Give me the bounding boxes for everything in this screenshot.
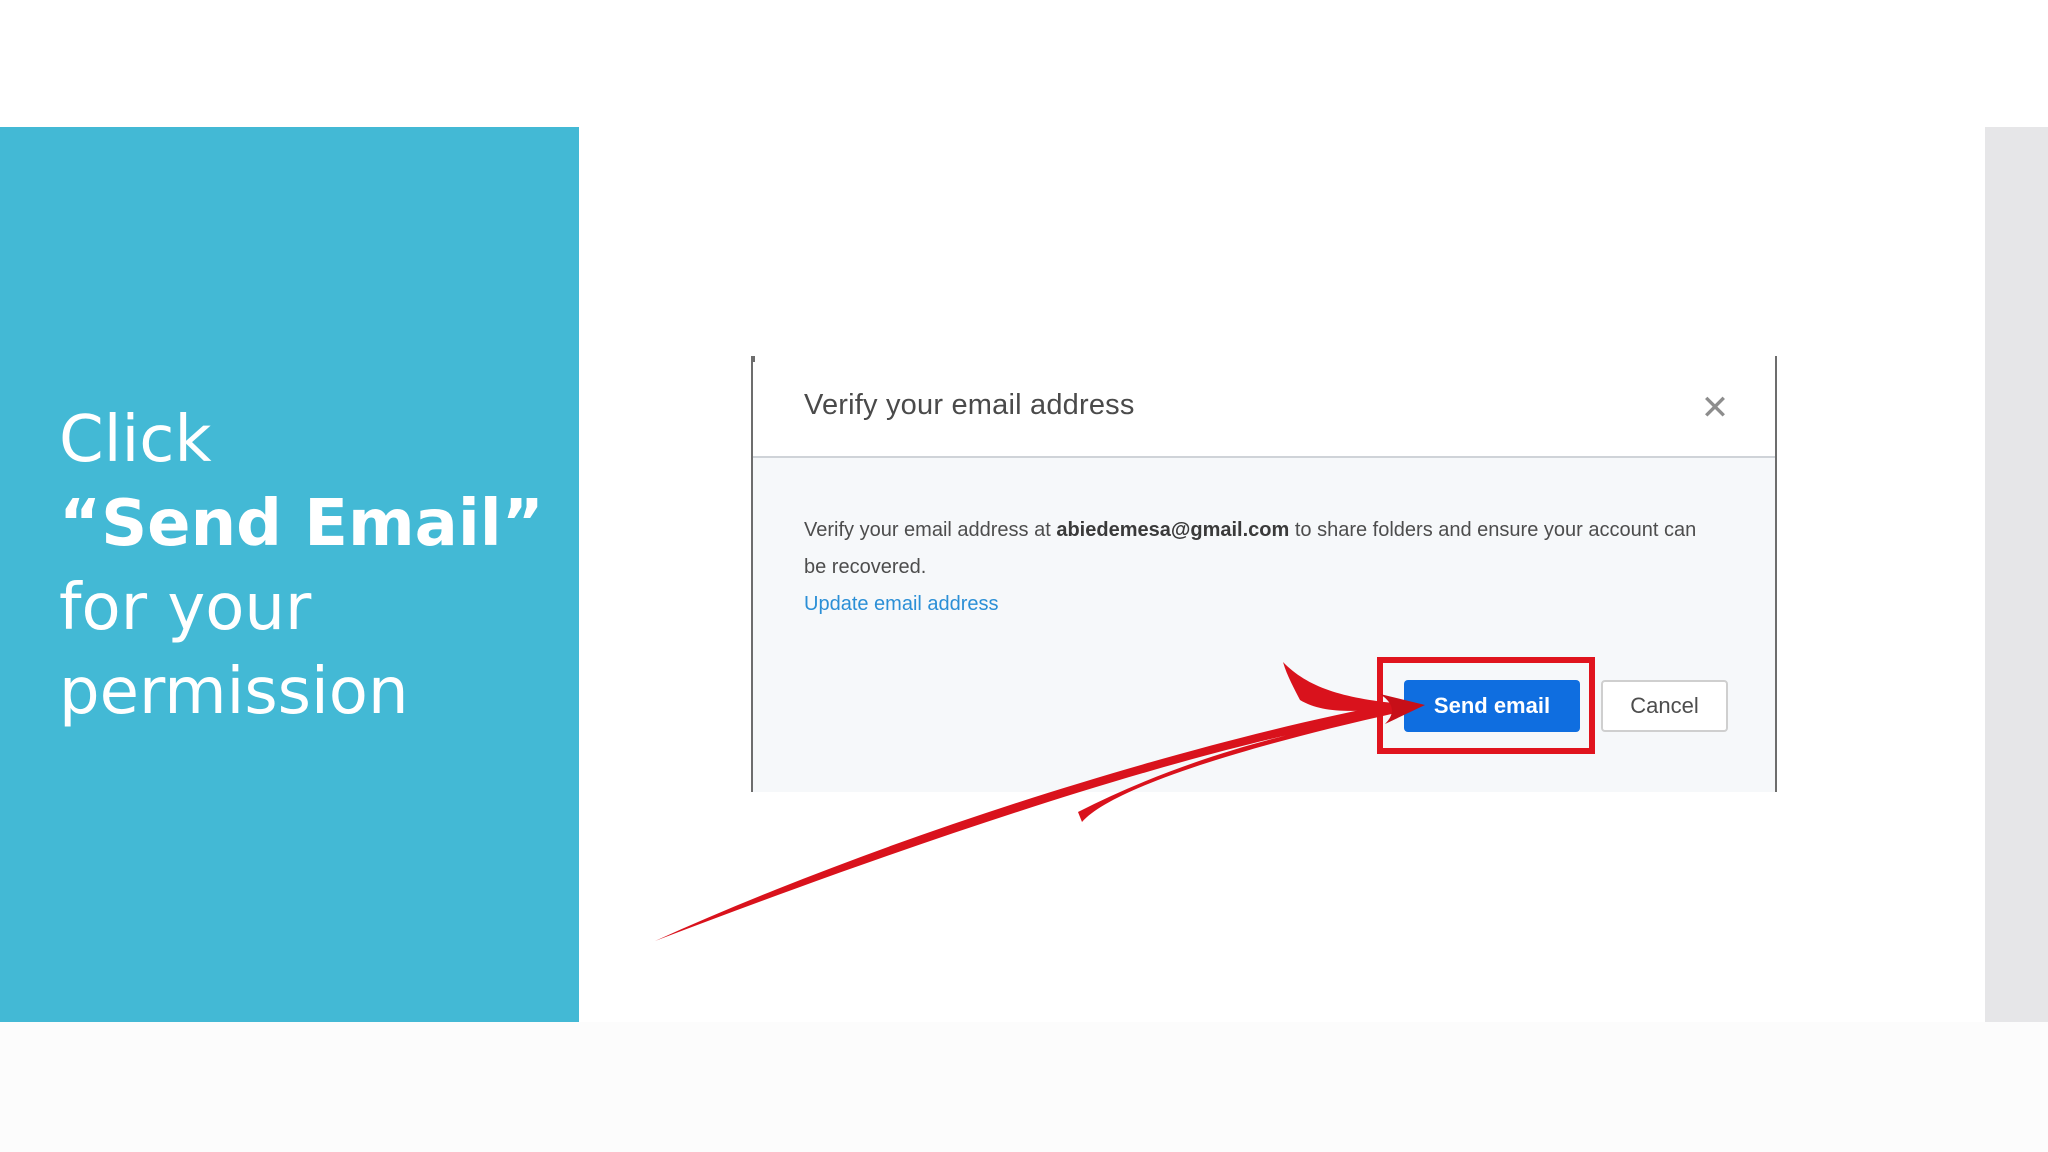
slide-instruction-text: Click “Send Email” for your permission <box>59 398 569 734</box>
update-email-link[interactable]: Update email address <box>804 586 999 623</box>
dialog-header: Verify your email address ✕ <box>753 356 1775 458</box>
bottom-band <box>0 1022 2048 1152</box>
instruction-line-click: Click <box>59 403 212 477</box>
slide-right-strip <box>1985 127 2048 1022</box>
email-address: abiedemesa@gmail.com <box>1056 519 1290 541</box>
dialog-title: Verify your email address <box>804 389 1135 421</box>
instruction-line-for-your: for your <box>59 571 312 645</box>
dialog-message: Verify your email address at abiedemesa@… <box>804 512 1704 623</box>
verify-email-dialog: Verify your email address ✕ Verify your … <box>751 356 1777 792</box>
cancel-button[interactable]: Cancel <box>1601 680 1728 732</box>
instruction-line-send-email: “Send Email” <box>59 487 544 561</box>
send-email-button[interactable]: Send email <box>1404 680 1580 732</box>
message-prefix: Verify your email address at <box>804 519 1057 541</box>
instruction-line-permission: permission <box>59 655 409 729</box>
close-icon[interactable]: ✕ <box>1697 390 1733 426</box>
